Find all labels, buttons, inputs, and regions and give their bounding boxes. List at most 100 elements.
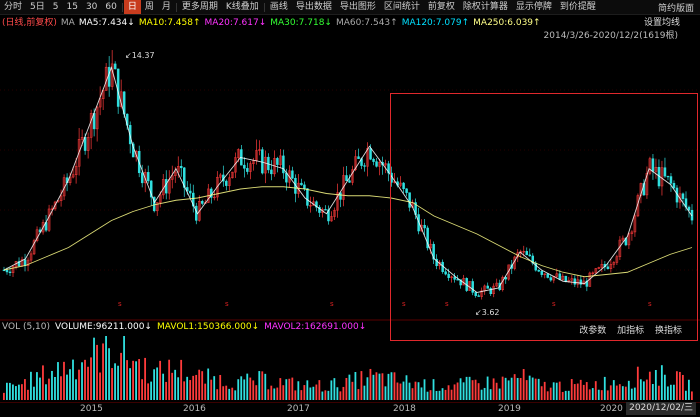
volume-bar xyxy=(465,376,468,400)
volume-bar xyxy=(537,378,540,400)
volume-bar xyxy=(279,378,282,400)
volume-bar xyxy=(63,361,65,400)
volume-bar xyxy=(108,348,110,400)
volume-bar xyxy=(543,381,546,400)
volume-bar xyxy=(342,386,345,400)
volume-bar xyxy=(234,390,237,400)
event-marker[interactable]: s xyxy=(330,300,334,308)
volume-bar xyxy=(444,389,447,400)
candle-body xyxy=(225,180,228,186)
volume-bar xyxy=(372,374,375,400)
volume-bar xyxy=(609,385,612,400)
volume-bar xyxy=(117,365,119,400)
x-axis: 2015 2016 2017 2018 2019 2020 xyxy=(0,402,700,417)
volume-bar xyxy=(315,384,318,400)
volume-bar xyxy=(276,387,279,400)
volume-bar xyxy=(691,391,693,400)
candle-body xyxy=(324,209,327,211)
volume-bar xyxy=(189,380,192,400)
volume-bar xyxy=(207,368,210,400)
change-params-button[interactable]: 改参数 xyxy=(579,326,606,336)
price-annotation: ↙14.37 xyxy=(125,51,155,60)
volume-bar xyxy=(426,391,429,400)
volume-bar xyxy=(666,386,669,400)
candle-body xyxy=(345,175,348,181)
switch-indicator-button[interactable]: 换指标 xyxy=(655,326,682,336)
volume-bar xyxy=(195,374,198,400)
volume-bar xyxy=(408,382,411,400)
volume-bar xyxy=(681,374,684,400)
volume-bar xyxy=(129,368,131,400)
volume-bar xyxy=(261,371,264,400)
volume-bar xyxy=(111,368,113,400)
volume-bar xyxy=(675,371,678,400)
volume-bar xyxy=(507,380,510,400)
volume-bar xyxy=(333,378,336,400)
volume-bar xyxy=(654,370,657,400)
volume-bar xyxy=(246,373,249,400)
volume-bar xyxy=(621,386,624,400)
volume-bar xyxy=(384,386,387,400)
volume-bar xyxy=(30,371,32,400)
candle-body xyxy=(348,180,351,183)
volume-bar xyxy=(51,370,53,400)
volume-bar xyxy=(171,372,174,400)
volume-bar xyxy=(393,372,396,400)
volume-bar xyxy=(231,387,234,400)
volume-bar xyxy=(483,387,486,400)
candle-body xyxy=(180,166,183,169)
volume-bar xyxy=(624,386,627,400)
candle-body xyxy=(372,158,375,162)
volume-bar xyxy=(180,359,183,400)
volume-bar xyxy=(585,382,588,400)
candle-body xyxy=(164,179,168,194)
volume-bar xyxy=(606,390,609,400)
candle-body xyxy=(291,170,294,179)
volume-bar xyxy=(588,389,591,400)
volume-bar xyxy=(291,377,294,400)
volume-bar xyxy=(300,390,303,400)
volume-bar xyxy=(48,378,50,400)
volume-bar xyxy=(243,379,246,400)
candle-body xyxy=(5,269,9,273)
event-marker[interactable]: s xyxy=(118,300,122,308)
volume-bar xyxy=(657,385,660,400)
volume-bar xyxy=(378,373,381,400)
volume-bar xyxy=(504,377,507,400)
volume-bar xyxy=(348,374,351,400)
volume-bar xyxy=(93,337,95,400)
volume-bar xyxy=(147,383,150,400)
volume-bar xyxy=(264,373,267,400)
volume-bar xyxy=(489,389,492,400)
volume-bar xyxy=(669,384,672,400)
volume-bar xyxy=(615,385,618,400)
volume-bar xyxy=(102,343,104,400)
volume-bar xyxy=(84,359,86,400)
volume-bar xyxy=(186,376,189,400)
candle-body xyxy=(357,156,360,159)
volume-bar xyxy=(39,377,41,400)
volume-bar xyxy=(525,380,528,400)
volume-bar xyxy=(123,336,125,400)
volume-bar xyxy=(552,382,555,400)
volume-bar xyxy=(420,387,423,400)
volume-bar xyxy=(57,362,59,400)
volume-bar xyxy=(81,362,83,400)
event-marker[interactable]: s xyxy=(225,300,229,308)
highlight-box xyxy=(390,93,698,341)
volume-bar xyxy=(204,383,207,400)
volume-bar xyxy=(678,371,681,400)
volume-bar xyxy=(375,372,378,400)
volume-bar xyxy=(417,382,420,400)
candle-body xyxy=(375,161,378,167)
volume-bar xyxy=(354,372,357,400)
volume-bar xyxy=(513,374,516,400)
volume-bar xyxy=(270,385,273,400)
volume-bar xyxy=(486,376,489,400)
volume-bar xyxy=(210,379,213,400)
volume-bar xyxy=(360,371,363,400)
volume-bar xyxy=(168,359,171,400)
volume-bar xyxy=(21,384,23,400)
volume-bar xyxy=(366,377,369,400)
add-indicator-button[interactable]: 加指标 xyxy=(617,326,644,336)
